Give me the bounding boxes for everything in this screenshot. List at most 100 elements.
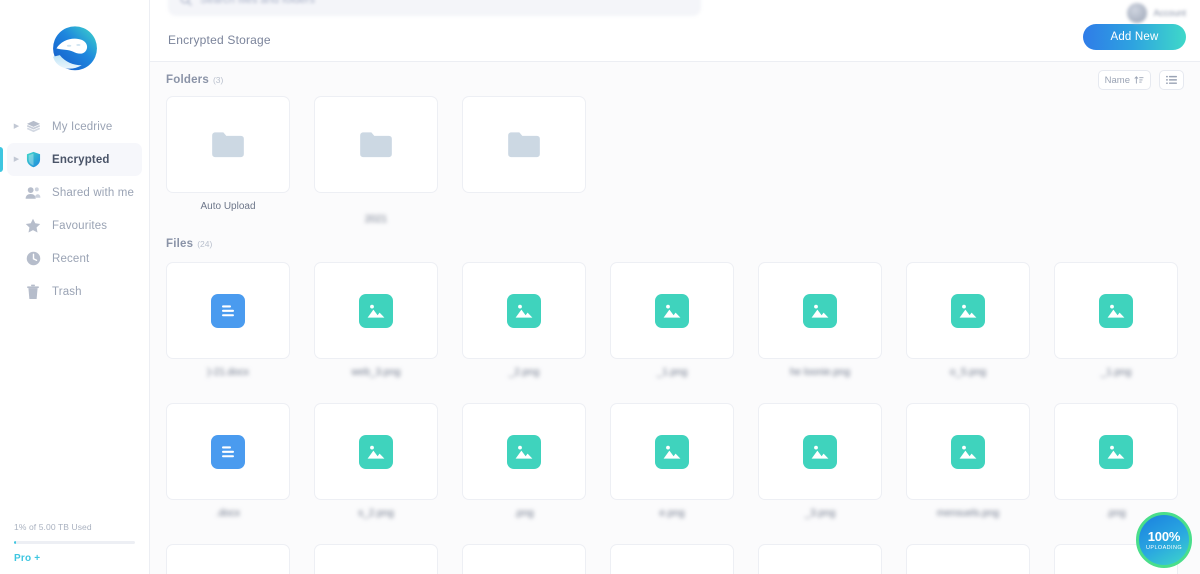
file-card[interactable] xyxy=(758,262,882,359)
folder-card[interactable] xyxy=(314,96,438,193)
file-card[interactable] xyxy=(758,403,882,500)
file-item[interactable]: .docx xyxy=(166,403,290,520)
top-bar: Search files and folders Encrypted Stora… xyxy=(150,0,1200,62)
file-item[interactable]: )-21.docx xyxy=(166,262,290,379)
file-item[interactable] xyxy=(610,544,734,574)
sidebar: ▶ My Icedrive ▶ Encrypted Shared with me… xyxy=(0,0,150,574)
file-card[interactable] xyxy=(314,544,438,574)
search-icon xyxy=(180,0,192,6)
chevron-right-icon[interactable]: ▶ xyxy=(11,156,22,163)
shield-icon xyxy=(22,151,44,169)
breadcrumb[interactable]: Encrypted Storage xyxy=(168,33,271,47)
file-card[interactable] xyxy=(166,262,290,359)
file-item[interactable]: _2.png xyxy=(462,262,586,379)
view-mode-toggle[interactable] xyxy=(1159,70,1184,90)
file-card[interactable] xyxy=(610,544,734,574)
file-label: he loonie.png xyxy=(789,367,851,378)
file-label: _3.png xyxy=(804,508,836,519)
file-card[interactable] xyxy=(610,262,734,359)
file-label: .png xyxy=(514,508,534,519)
image-file-icon xyxy=(951,293,985,328)
file-card[interactable] xyxy=(462,403,586,500)
file-label: e.png xyxy=(659,508,685,519)
folder-icon xyxy=(508,132,540,158)
top-bar-right: Account Add New xyxy=(1083,0,1186,50)
file-card[interactable] xyxy=(758,544,882,574)
file-label: _1.png xyxy=(656,367,688,378)
file-item[interactable] xyxy=(758,544,882,574)
folder-card[interactable] xyxy=(462,96,586,193)
sidebar-item-label: Trash xyxy=(52,285,82,298)
upload-progress-badge[interactable]: 100% UPLOADING xyxy=(1136,512,1192,568)
folder-icon xyxy=(212,132,244,158)
sidebar-item-favourites[interactable]: Favourites xyxy=(7,209,142,242)
file-item[interactable]: web_3.png xyxy=(314,262,438,379)
file-item[interactable]: mensuels.png xyxy=(906,403,1030,520)
storage-usage-text: 1% of 5.00 TB Used xyxy=(14,522,92,532)
folder-item[interactable] xyxy=(462,96,586,226)
file-card[interactable] xyxy=(610,403,734,500)
file-card[interactable] xyxy=(906,403,1030,500)
upload-status-label: UPLOADING xyxy=(1146,544,1182,551)
file-card[interactable] xyxy=(906,262,1030,359)
file-card[interactable] xyxy=(166,544,290,574)
upgrade-plan-link[interactable]: Pro + xyxy=(14,553,135,564)
file-item[interactable]: _3.png xyxy=(758,403,882,520)
file-card[interactable] xyxy=(906,544,1030,574)
sidebar-item-shared-with-me[interactable]: Shared with me xyxy=(7,176,142,209)
file-item[interactable]: o_5.png xyxy=(906,262,1030,379)
sort-icon xyxy=(1134,76,1144,84)
folder-card[interactable] xyxy=(166,96,290,193)
sort-by-name-button[interactable]: Name xyxy=(1097,70,1151,90)
chevron-right-icon[interactable]: ▶ xyxy=(11,123,22,130)
file-item[interactable] xyxy=(314,544,438,574)
file-label: _2.png xyxy=(508,367,540,378)
add-new-button[interactable]: Add New xyxy=(1083,24,1186,50)
files-grid-row-3 xyxy=(150,544,1200,574)
files-title: Files xyxy=(166,238,194,250)
folder-item[interactable]: Auto Upload xyxy=(166,96,290,226)
sidebar-item-recent[interactable]: Recent xyxy=(7,242,142,275)
file-label: _1.png xyxy=(1100,367,1132,378)
people-icon xyxy=(22,184,44,202)
file-card[interactable] xyxy=(1054,403,1178,500)
file-item[interactable]: .png xyxy=(462,403,586,520)
file-card[interactable] xyxy=(166,403,290,500)
file-card[interactable] xyxy=(1054,262,1178,359)
file-card[interactable] xyxy=(462,262,586,359)
file-item[interactable] xyxy=(462,544,586,574)
image-file-icon xyxy=(951,434,985,469)
file-item[interactable]: _1.png xyxy=(610,262,734,379)
sidebar-item-my-icedrive[interactable]: ▶ My Icedrive xyxy=(7,110,142,143)
files-count: (24) xyxy=(197,239,213,249)
folders-count: (3) xyxy=(212,75,224,85)
sidebar-nav: ▶ My Icedrive ▶ Encrypted Shared with me… xyxy=(0,110,149,308)
file-item[interactable] xyxy=(166,544,290,574)
trash-icon xyxy=(22,283,44,301)
folder-item[interactable]: 2021 xyxy=(314,96,438,226)
image-file-icon xyxy=(803,434,837,469)
file-label: o_5.png xyxy=(949,367,987,378)
file-item[interactable] xyxy=(906,544,1030,574)
folder-label: Auto Upload xyxy=(200,201,256,212)
file-card[interactable] xyxy=(314,403,438,500)
file-item[interactable]: .png xyxy=(1054,403,1178,520)
search-input[interactable]: Search files and folders xyxy=(168,0,701,16)
file-label: )-21.docx xyxy=(207,367,249,378)
list-view-icon xyxy=(1166,75,1177,84)
sidebar-item-encrypted[interactable]: ▶ Encrypted xyxy=(0,143,142,176)
files-grid-row-1: )-21.docx web_3.png _2.png _1.png he loonie.… xyxy=(150,262,1200,379)
file-item[interactable]: s_2.png xyxy=(314,403,438,520)
file-item[interactable]: _1.png xyxy=(1054,262,1178,379)
sidebar-item-trash[interactable]: Trash xyxy=(7,275,142,308)
file-item[interactable]: he loonie.png xyxy=(758,262,882,379)
file-card[interactable] xyxy=(462,544,586,574)
file-item[interactable]: e.png xyxy=(610,403,734,520)
image-file-icon xyxy=(655,434,689,469)
image-file-icon xyxy=(1099,434,1133,469)
main-content: Search files and folders Encrypted Stora… xyxy=(150,0,1200,574)
document-file-icon xyxy=(211,434,245,469)
user-menu[interactable]: Account xyxy=(1127,3,1186,23)
file-card[interactable] xyxy=(314,262,438,359)
app-logo[interactable] xyxy=(0,0,149,100)
